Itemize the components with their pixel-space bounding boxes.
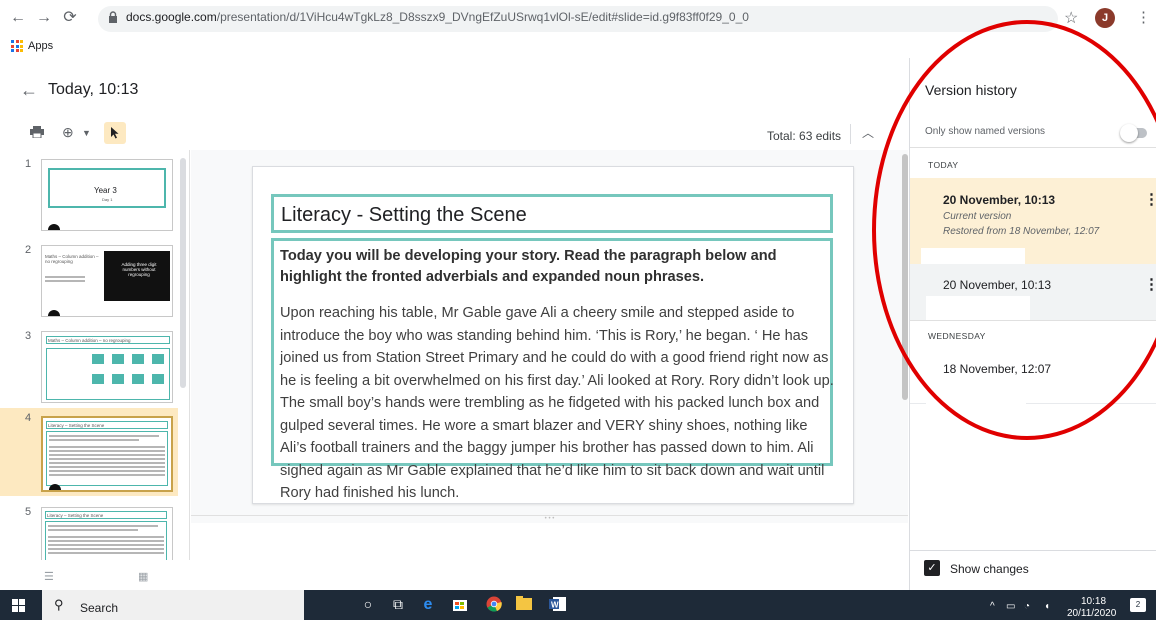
slide-number: 3 <box>25 330 32 342</box>
clock-time[interactable]: 10:18 <box>1081 596 1106 607</box>
taskbar-search-label: Search <box>80 601 119 615</box>
forward-icon[interactable]: → <box>34 8 54 28</box>
browser-menu-icon[interactable]: ⋮ <box>1136 8 1151 26</box>
filmstrip-footer <box>0 560 190 590</box>
slide-number: 2 <box>25 244 32 256</box>
thumb-title: Literacy – Setting the Scene <box>48 423 105 428</box>
chevron-up-icon[interactable]: ︿ <box>862 124 874 141</box>
reload-icon[interactable]: ⟳ <box>60 8 80 28</box>
thumb-title: Year 3 <box>94 186 117 195</box>
thumb-title: Maths – Column addition – no regrouping <box>48 338 131 343</box>
cursor-icon <box>111 127 119 139</box>
print-icon[interactable] <box>30 126 44 138</box>
show-changes-label[interactable]: Show changes <box>950 562 1029 576</box>
slide-paragraph: Upon reaching his table, Mr Gable gave A… <box>280 305 834 501</box>
slide-filmstrip: 1 Year 3 Day 1 2 Maths – Column addition… <box>0 150 190 590</box>
profile-avatar[interactable]: J <box>1095 8 1115 28</box>
battery-icon[interactable]: ▭ <box>1006 601 1015 612</box>
store-icon[interactable] <box>450 596 470 617</box>
apps-grid-icon[interactable] <box>11 40 23 52</box>
list-view-icon[interactable]: ☰ <box>44 570 54 583</box>
show-changes-row <box>910 550 1156 590</box>
section-header-wednesday: WEDNESDAY <box>928 331 986 341</box>
slide-title: Literacy - Setting the Scene <box>281 204 527 226</box>
cortana-icon[interactable]: ○ <box>358 596 378 612</box>
select-cursor-button[interactable] <box>104 122 126 144</box>
slide-instruction: Today you will be developing your story.… <box>280 248 777 285</box>
lock-icon <box>109 11 117 23</box>
svg-text:W: W <box>551 601 559 610</box>
file-explorer-icon[interactable] <box>514 596 534 615</box>
speaker-notes <box>191 523 908 590</box>
version-date: 20 November, 10:13 <box>943 193 1056 207</box>
version-date: 18 November, 12:07 <box>943 362 1052 376</box>
section-header-today: TODAY <box>928 160 959 170</box>
apps-bookmark[interactable]: Apps <box>28 40 53 52</box>
grid-view-icon[interactable]: ▦ <box>138 570 148 583</box>
edge-icon[interactable]: e <box>418 596 438 614</box>
zoom-dropdown-icon[interactable]: ▼ <box>82 128 91 138</box>
toolbar-divider <box>850 124 851 144</box>
divider <box>910 320 1156 321</box>
url-text[interactable]: docs.google.com/presentation/d/1ViHcu4wT… <box>126 10 749 24</box>
notification-icon[interactable]: 2 <box>1130 598 1146 612</box>
back-icon[interactable]: ← <box>8 8 28 28</box>
tray-chevron-icon[interactable]: ^ <box>990 601 995 612</box>
search-icon: ⚲ <box>54 597 64 612</box>
thumb-subtitle: Day 1 <box>102 197 113 202</box>
redacted-block <box>926 296 1030 320</box>
slide-number: 5 <box>25 506 32 518</box>
thumb-title: Literacy – Setting the Scene <box>47 513 104 518</box>
exit-version-history-icon[interactable]: ← <box>20 80 38 101</box>
version-date: 20 November, 10:13 <box>943 278 1052 292</box>
filmstrip-slide[interactable]: 1 Year 3 Day 1 <box>0 154 178 234</box>
total-edits-label: Total: 63 edits <box>767 129 842 143</box>
redacted-block <box>926 384 1026 404</box>
version-current-label: Current version <box>943 211 1012 222</box>
filmstrip-scrollbar[interactable] <box>180 158 186 388</box>
network-icon[interactable]: ◔ <box>1024 601 1030 612</box>
version-title: Today, 10:13 <box>48 81 139 98</box>
speaker-notes-handle[interactable]: • • • <box>191 515 908 523</box>
version-history-title: Version history <box>925 82 1017 98</box>
clock-date[interactable]: 20/11/2020 <box>1067 608 1116 619</box>
show-changes-checkbox[interactable]: ✓ <box>924 560 940 576</box>
canvas-scrollbar[interactable] <box>902 154 908 400</box>
slide-thumbnail[interactable]: Literacy – Setting the Scene <box>41 416 173 492</box>
thumb-title: Maths – Column addition – no regrouping <box>45 254 99 264</box>
volume-icon[interactable]: ◖ <box>1044 601 1050 612</box>
task-view-icon[interactable]: ⧉ <box>388 596 408 613</box>
thumb-dark-text: Adding three digit numbers without regro… <box>121 262 157 277</box>
named-versions-label: Only show named versions <box>925 126 1046 137</box>
bookmarks-bar <box>0 37 1156 57</box>
version-more-icon[interactable]: ⋮ <box>1144 275 1156 293</box>
bookmark-star-icon[interactable]: ☆ <box>1064 8 1078 28</box>
version-more-icon[interactable]: ⋮ <box>1144 190 1156 208</box>
filmstrip-slide[interactable]: 2 Maths – Column addition – no regroupin… <box>0 240 178 320</box>
slide-thumbnail[interactable]: Maths – Column addition – no regrouping <box>41 331 173 403</box>
filmstrip-slide[interactable]: 3 Maths – Column addition – no regroupin… <box>0 326 178 406</box>
slide-number: 1 <box>25 158 32 170</box>
slide-number: 4 <box>25 412 32 424</box>
toggle-knob[interactable] <box>1120 124 1138 142</box>
chrome-icon[interactable] <box>484 596 504 617</box>
slide-thumbnail[interactable]: Year 3 Day 1 <box>41 159 173 231</box>
windows-start-icon[interactable] <box>12 599 25 612</box>
word-icon[interactable]: W <box>548 596 568 617</box>
version-restored-label: Restored from 18 November, 12:07 <box>943 226 1100 237</box>
zoom-icon[interactable]: ⊕ <box>62 124 74 141</box>
filmstrip-slide-active[interactable]: 4 Literacy – Setting the Scene <box>0 408 178 496</box>
slide-thumbnail[interactable]: Maths – Column addition – no regrouping … <box>41 245 173 317</box>
